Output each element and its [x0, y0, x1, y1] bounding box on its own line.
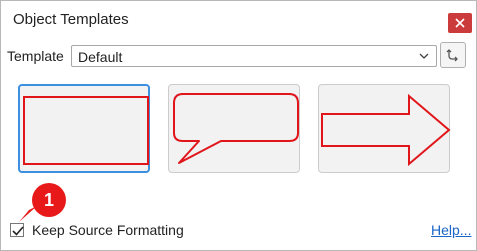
object-templates-window: Object Templates Template Default 1 Keep… [0, 0, 477, 251]
close-icon [455, 18, 465, 28]
checkmark-icon [12, 226, 24, 236]
keep-source-formatting-label[interactable]: Keep Source Formatting [32, 222, 184, 238]
title-bar: Object Templates [1, 1, 476, 35]
refresh-templates-button[interactable] [440, 42, 466, 68]
chevron-down-icon [419, 53, 429, 59]
callout-badge: 1 [32, 183, 66, 217]
template-tile-rectangle[interactable] [18, 84, 150, 173]
help-link[interactable]: Help... [431, 222, 471, 238]
window-title: Object Templates [13, 11, 129, 28]
rectangle-shape-icon [23, 96, 149, 165]
template-label: Template [7, 48, 64, 64]
template-tile-arrow-right[interactable] [318, 84, 451, 173]
template-selected-value: Default [78, 49, 123, 65]
keep-source-formatting-checkbox[interactable] [10, 223, 24, 237]
template-tile-speech-bubble[interactable] [168, 84, 300, 173]
callout-number: 1 [43, 189, 54, 210]
arrow-right-shape-icon [321, 93, 451, 167]
speech-bubble-shape-icon [173, 93, 299, 164]
template-dropdown[interactable]: Default [71, 45, 437, 67]
refresh-icon [446, 49, 458, 62]
close-button[interactable] [448, 13, 472, 33]
